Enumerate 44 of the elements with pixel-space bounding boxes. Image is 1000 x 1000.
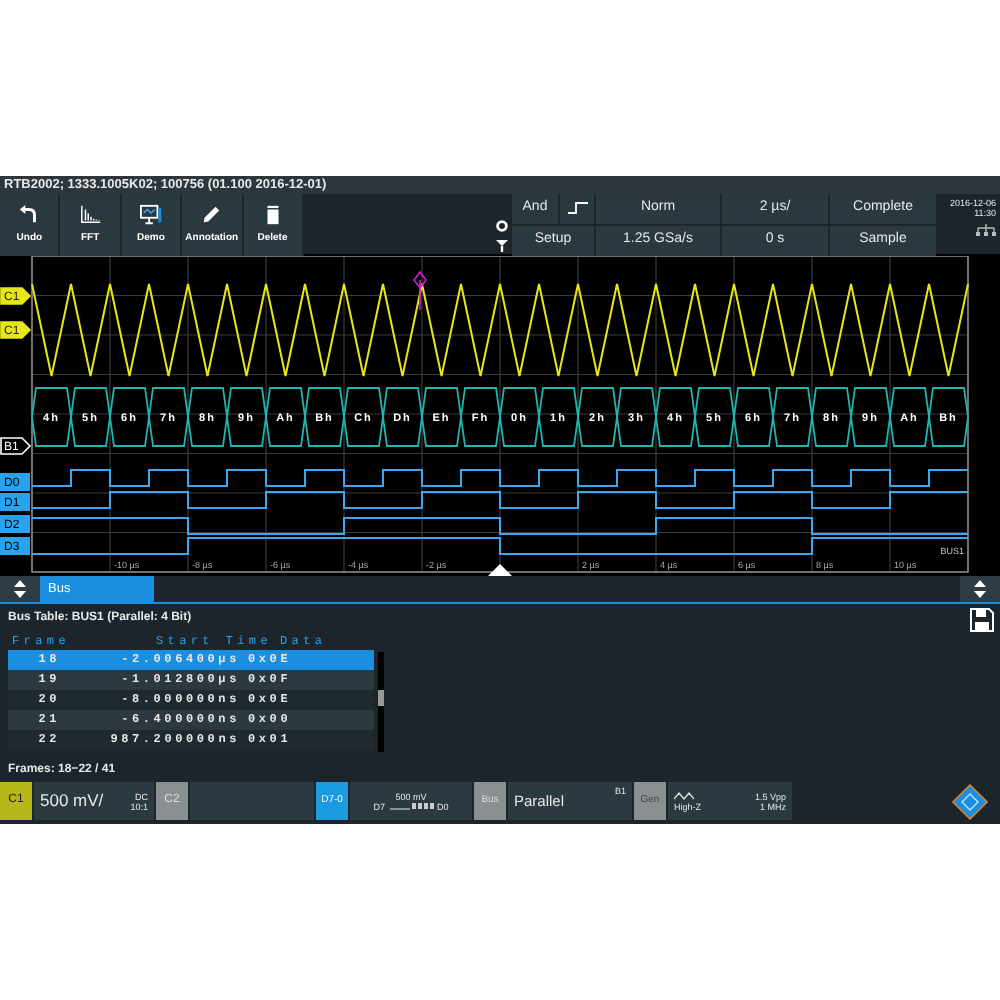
bus-segment xyxy=(772,387,813,447)
scale-text: 500 mV/ xyxy=(40,788,104,814)
bus-segment xyxy=(187,387,228,447)
bus-segment xyxy=(148,387,189,447)
bus-segment xyxy=(70,387,111,447)
bus-segment xyxy=(226,387,267,447)
up-down-arrows-icon xyxy=(974,580,986,598)
monitor-icon xyxy=(139,203,162,226)
bit-pattern-icon xyxy=(389,802,433,810)
bus-segment xyxy=(889,387,930,447)
bus-segment xyxy=(499,387,540,447)
up-down-arrows-icon xyxy=(14,580,26,598)
save-icon[interactable] xyxy=(970,608,994,632)
bus-segment xyxy=(421,387,462,447)
bus-segment xyxy=(538,387,579,447)
bus-segment xyxy=(304,387,345,447)
bus-segment xyxy=(850,387,891,447)
triangle-wave-icon xyxy=(674,791,694,799)
network-icon xyxy=(976,224,996,236)
bus-segment xyxy=(694,387,735,447)
bus-segment xyxy=(655,387,696,447)
bus-segment xyxy=(460,387,501,447)
bus-segment xyxy=(343,387,384,447)
trigger-position-icon xyxy=(495,240,508,252)
ring-icon xyxy=(495,220,508,232)
cursor-marker-icon[interactable] xyxy=(413,271,427,311)
bus-segment xyxy=(577,387,618,447)
scrollbar-thumb[interactable] xyxy=(378,690,384,706)
scroll-button[interactable] xyxy=(960,576,1000,602)
spectrum-icon xyxy=(79,203,102,226)
bus-segment xyxy=(265,387,306,447)
bus-segment xyxy=(382,387,423,447)
bus-segment xyxy=(616,387,657,447)
bus-segment xyxy=(733,387,774,447)
bus-segment xyxy=(31,387,72,447)
bus-segment xyxy=(109,387,150,447)
bus-segment xyxy=(928,387,969,447)
undo-arrow-icon xyxy=(18,203,41,226)
rising-edge-icon[interactable] xyxy=(567,202,587,214)
bus-segment xyxy=(811,387,852,447)
diamond-logo-icon xyxy=(952,783,988,819)
pencil-icon xyxy=(200,203,223,226)
scroll-button[interactable] xyxy=(0,576,40,602)
chevron-up-icon[interactable] xyxy=(488,564,512,576)
